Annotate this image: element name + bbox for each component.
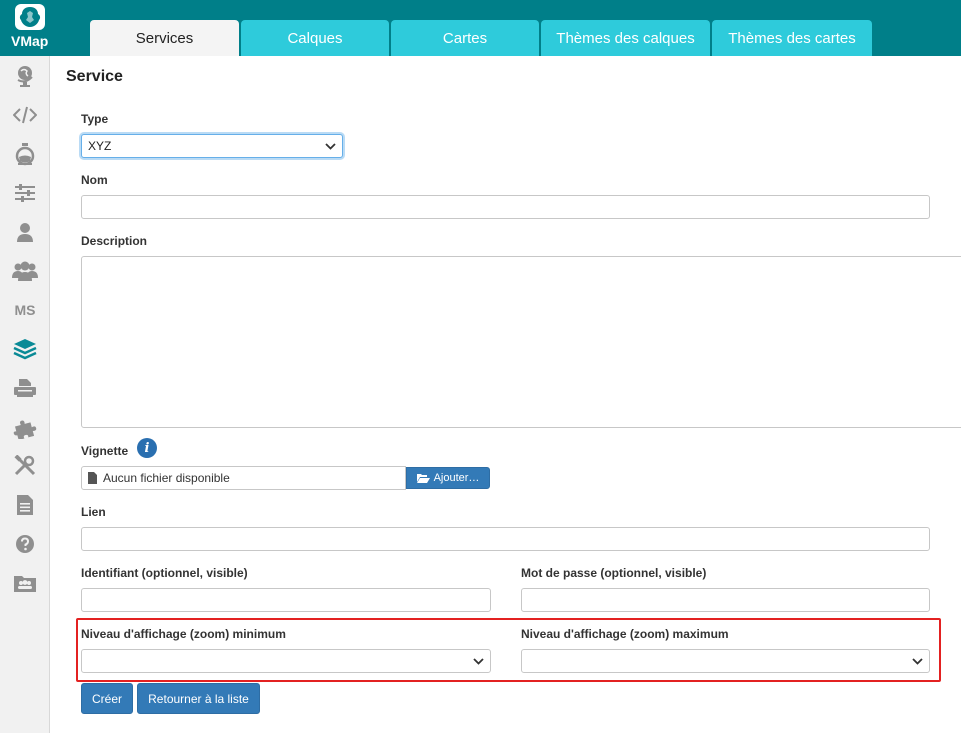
code-icon (13, 106, 37, 124)
create-button[interactable]: Créer (81, 683, 133, 714)
description-label: Description (81, 234, 148, 248)
chevron-down-icon (325, 143, 336, 150)
identifiant-label: Identifiant (optionnel, visible) (81, 566, 248, 580)
page-title: Service (66, 68, 123, 85)
nom-input[interactable] (81, 195, 930, 219)
sliders-icon (15, 184, 35, 202)
tab-calques[interactable]: Calques (241, 20, 389, 56)
help-icon (16, 535, 34, 553)
zoom-min-select[interactable] (81, 649, 491, 673)
zoom-max-label: Niveau d'affichage (zoom) maximum (521, 627, 729, 641)
sidebar-item-printer[interactable] (0, 370, 50, 406)
sidebar-item-help[interactable] (0, 526, 50, 562)
tab-services[interactable]: Services (90, 20, 239, 56)
ms-label: MS (14, 302, 36, 318)
tools-icon (14, 455, 36, 476)
folder-open-icon (416, 474, 430, 483)
lien-label: Lien (81, 505, 106, 519)
sidebar-item-folder-users[interactable] (0, 565, 50, 601)
add-file-button[interactable]: Ajouter… (406, 467, 490, 489)
password-input[interactable] (521, 588, 930, 612)
tab-cartes[interactable]: Cartes (391, 20, 539, 56)
description-textarea[interactable] (81, 256, 961, 428)
back-to-list-button[interactable]: Retourner à la liste (137, 683, 260, 714)
type-select[interactable]: XYZ (81, 134, 343, 158)
file-icon (88, 472, 97, 484)
password-label: Mot de passe (optionnel, visible) (521, 566, 707, 580)
app-logo[interactable]: VMap (0, 0, 50, 56)
zoom-max-select[interactable] (521, 649, 930, 673)
flask-icon (15, 143, 35, 166)
sidebar-item-users[interactable] (0, 253, 50, 289)
vignette-file-text: Aucun fichier disponible (103, 471, 230, 485)
info-icon[interactable]: i (137, 438, 157, 458)
app-brand: VMap (11, 33, 49, 49)
service-form: Service Type XYZ Nom Description Vignett… (50, 56, 961, 733)
sidebar-item-layers[interactable] (0, 331, 50, 367)
document-icon (17, 495, 33, 515)
layers-icon (13, 339, 37, 360)
sidebar-item-ms[interactable]: MS (0, 292, 50, 328)
zoom-min-label: Niveau d'affichage (zoom) minimum (81, 627, 286, 641)
chevron-down-icon (473, 658, 484, 665)
nom-label: Nom (81, 173, 108, 187)
sidebar-item-puzzle[interactable] (0, 409, 50, 445)
sidebar-item-flask[interactable] (0, 136, 50, 172)
tab-themes-calques[interactable]: Thèmes des calques (541, 20, 710, 56)
sidebar: MS (0, 56, 50, 733)
add-file-label: Ajouter… (433, 472, 480, 484)
chevron-down-icon (912, 658, 923, 665)
puzzle-icon (13, 420, 37, 439)
sidebar-item-code[interactable] (0, 97, 50, 133)
type-select-value: XYZ (88, 139, 112, 153)
vignette-file-field: Aucun fichier disponible (81, 466, 406, 490)
user-icon (17, 223, 33, 242)
sidebar-item-tools[interactable] (0, 448, 50, 484)
logo-mark-icon (15, 4, 45, 30)
sidebar-item-globe[interactable] (0, 58, 50, 94)
lien-input[interactable] (81, 527, 930, 551)
printer-icon (14, 379, 36, 397)
users-icon (12, 261, 38, 281)
type-label: Type (81, 112, 109, 126)
main-tabs: Services Calques Cartes Thèmes des calqu… (90, 20, 874, 56)
folder-users-icon (14, 576, 36, 592)
sidebar-item-user[interactable] (0, 214, 50, 250)
vignette-label: Vignette (81, 444, 129, 458)
identifiant-input[interactable] (81, 588, 491, 612)
sidebar-item-document[interactable] (0, 487, 50, 523)
sidebar-item-sliders[interactable] (0, 175, 50, 211)
tab-themes-cartes[interactable]: Thèmes des cartes (712, 20, 872, 56)
globe-icon (17, 66, 33, 87)
